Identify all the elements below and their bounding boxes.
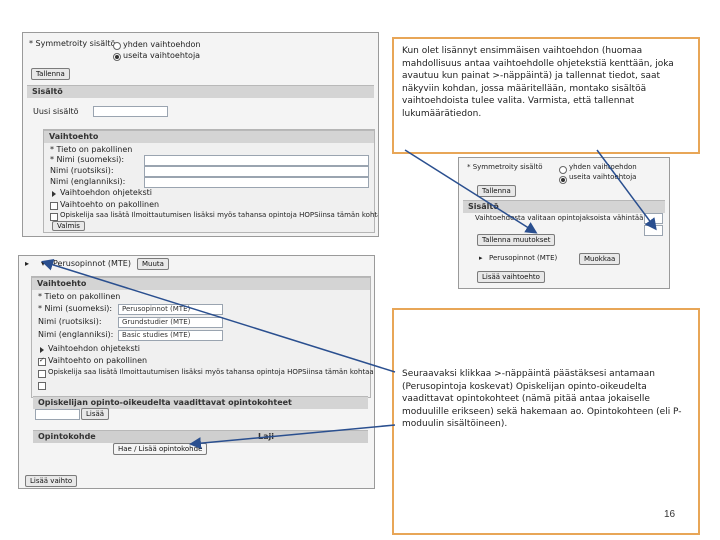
arrow-to-search (189, 424, 396, 450)
arrow-to-expand (404, 149, 538, 234)
callout-arrows (41, 149, 657, 450)
arrow-to-count (596, 149, 657, 231)
arrow-to-expand-bottom (41, 258, 396, 373)
